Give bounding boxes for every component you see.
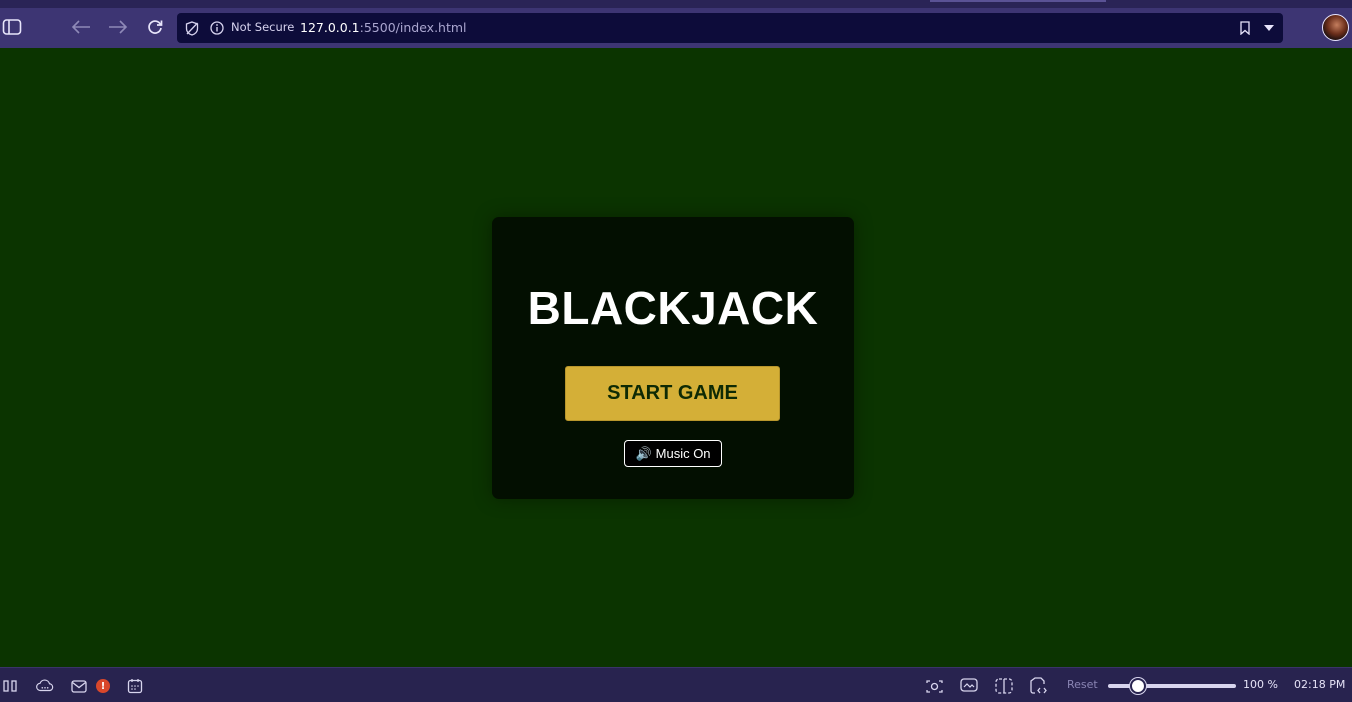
devtools-icon[interactable]: [1030, 677, 1048, 695]
sidebar-toggle-icon[interactable]: [0, 15, 24, 39]
capture-icon[interactable]: [925, 677, 943, 695]
split-view-icon[interactable]: [995, 677, 1013, 695]
music-toggle-button[interactable]: 🔊 Music On: [624, 440, 722, 467]
profile-avatar[interactable]: [1322, 14, 1349, 41]
music-toggle-label: Music On: [655, 446, 711, 461]
cloud-icon[interactable]: [36, 677, 54, 695]
zoom-reset-button[interactable]: Reset: [1067, 678, 1098, 691]
calendar-icon[interactable]: [126, 677, 144, 695]
zoom-slider[interactable]: [1108, 678, 1236, 694]
forward-arrow-icon[interactable]: [106, 15, 130, 39]
url-host: 127.0.0.1: [300, 20, 360, 35]
browser-status-bar: ! Reset 100 % 02:18 PM: [0, 667, 1352, 702]
bookmark-icon[interactable]: [1237, 20, 1253, 36]
url-text[interactable]: 127.0.0.1:5500/index.html: [300, 20, 467, 35]
game-page: BLACKJACK START GAME 🔊 Music On: [0, 48, 1352, 667]
dropdown-icon[interactable]: [1261, 20, 1277, 36]
shield-off-icon[interactable]: [184, 20, 200, 36]
game-title: BLACKJACK: [527, 282, 819, 334]
url-path: :5500/index.html: [359, 20, 467, 35]
clock: 02:18 PM: [1294, 678, 1346, 691]
address-bar[interactable]: Not Secure 127.0.0.1:5500/index.html: [177, 13, 1283, 43]
browser-toolbar: Not Secure 127.0.0.1:5500/index.html: [0, 0, 1352, 48]
start-game-button[interactable]: START GAME: [565, 366, 780, 421]
tab-strip: [0, 0, 1352, 8]
active-tab-indicator[interactable]: [930, 0, 1106, 2]
mail-icon[interactable]: [70, 677, 88, 695]
security-status-label[interactable]: Not Secure: [231, 20, 294, 34]
start-menu-card: BLACKJACK START GAME 🔊 Music On: [492, 217, 854, 499]
back-arrow-icon[interactable]: [69, 15, 93, 39]
zoom-slider-knob[interactable]: [1130, 678, 1147, 694]
reload-icon[interactable]: [143, 15, 167, 39]
speaker-icon: 🔊: [635, 445, 652, 461]
notification-badge[interactable]: !: [96, 679, 110, 693]
screen-icon[interactable]: [960, 677, 978, 695]
panel-icon[interactable]: [2, 677, 20, 695]
zoom-level: 100 %: [1243, 678, 1278, 691]
info-icon[interactable]: [209, 20, 225, 36]
